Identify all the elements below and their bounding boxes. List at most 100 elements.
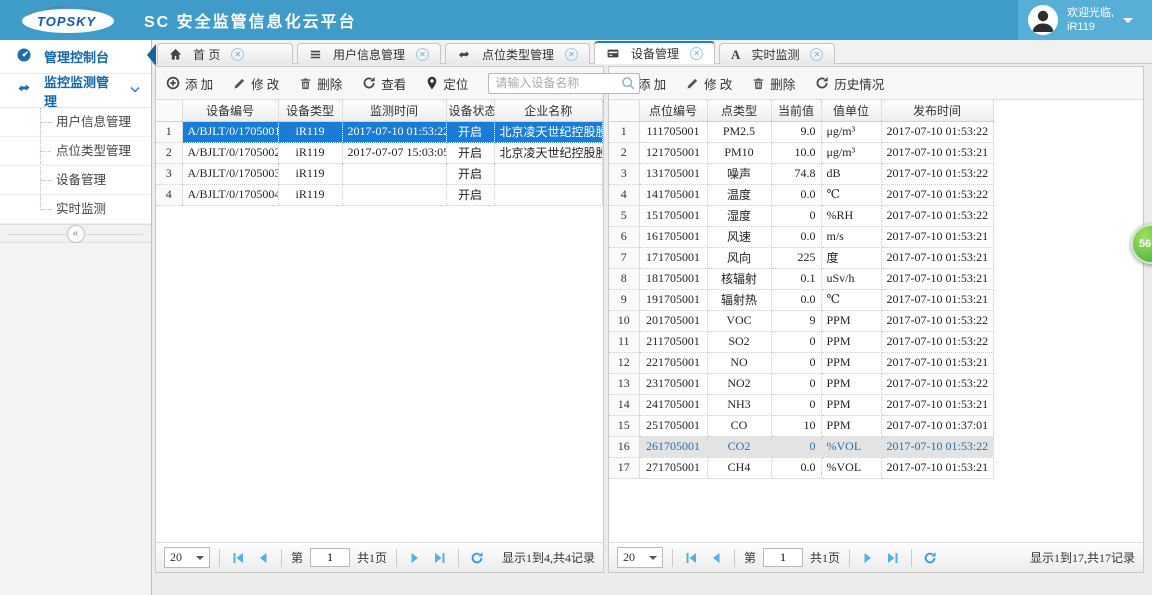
cell: 2017-07-10 01:53:21 (881, 394, 994, 416)
table-row[interactable]: 12 221705001 NO 0 PPM 2017-07-10 01:53:21 (609, 352, 994, 374)
sidebar-item-user-info[interactable]: 用户信息管理 (0, 108, 151, 137)
cell: NH3 (707, 394, 772, 416)
page-size-select[interactable]: 20 (164, 547, 210, 568)
point-toolbar: 添 加 修 改 删除 历史情况 (609, 67, 1143, 100)
cell: 开启 (446, 163, 495, 185)
sidebar-item-device[interactable]: 设备管理 (0, 166, 151, 195)
page-number-input[interactable] (763, 548, 804, 567)
cell: 131705001 (639, 163, 708, 185)
loop-icon (16, 81, 32, 100)
device-toolbar: 添 加 修 改 删除 查看 定位 (156, 67, 641, 100)
table-row[interactable]: 8 181705001 核辐射 0.1 uSv/h 2017-07-10 01:53:21 (609, 268, 994, 290)
delete-button[interactable]: 删除 (752, 74, 795, 93)
row-number-cell: 14 (609, 394, 640, 416)
search-icon[interactable] (621, 76, 636, 96)
row-number-cell: 6 (609, 226, 640, 248)
cell: ℃ (821, 289, 882, 311)
page-size-value: 20 (623, 550, 635, 564)
cell: 2017-07-10 01:53:22 (881, 121, 994, 143)
sidebar-collapse-button[interactable]: « (66, 224, 85, 243)
cell (494, 184, 603, 206)
pager-refresh-button[interactable] (921, 549, 939, 567)
view-button[interactable]: 查看 (362, 74, 406, 93)
delete-button[interactable]: 删除 (299, 74, 342, 93)
add-button[interactable]: 添 加 (166, 74, 213, 93)
table-row[interactable]: 4 141705001 温度 0.0 ℃ 2017-07-10 01:53:22 (609, 184, 994, 206)
row-number-header (156, 100, 183, 122)
chevron-down-icon (1123, 17, 1134, 28)
sidebar-toggle-arrow-icon[interactable] (147, 44, 156, 66)
delete-icon (299, 77, 312, 90)
table-row[interactable]: 1 A/BJLT/0/1705001 iR119 2017-07-10 01:53:2… (156, 121, 603, 143)
pager-first-button[interactable] (229, 549, 247, 567)
tab-home[interactable]: 首 页 ✕ (157, 43, 293, 64)
edit-button[interactable]: 修 改 (686, 74, 732, 93)
pager-next-button[interactable] (406, 549, 424, 567)
cell: 2017-07-10 01:53:22 (881, 184, 994, 206)
locate-button[interactable]: 定位 (426, 74, 468, 93)
pager-info: 显示1到17,共17记录 (1029, 551, 1135, 565)
point-grid: 点位编号 点类型 当前值 值单位 发布时间 1 111705001 PM2.5 9.0 μg/m³… (609, 100, 1143, 542)
app-header: TOPSKY SC 安全监管信息化云平台 欢迎光临, iR119 (0, 0, 1152, 40)
tab-point-type[interactable]: 点位类型管理 ✕ (445, 43, 591, 64)
cell: PPM (821, 331, 882, 353)
row-number-cell: 9 (609, 289, 640, 311)
table-row[interactable]: 1 111705001 PM2.5 9.0 μg/m³ 2017-07-10 01:53:… (609, 121, 994, 143)
table-row[interactable]: 17 271705001 CH4 0.0 %VOL 2017-07-10 01:53:21 (609, 457, 994, 479)
table-row[interactable]: 3 131705001 噪声 74.8 dB 2017-07-10 01:53:22 (609, 163, 994, 185)
close-icon[interactable]: ✕ (416, 47, 430, 61)
pager-info: 显示1到4,共4记录 (501, 551, 595, 565)
table-row[interactable]: 4 A/BJLT/0/1705004 iR119 开启 (156, 184, 603, 206)
column-header: 点位编号 (639, 100, 708, 122)
sidebar-section-console[interactable]: 管理控制台 (0, 40, 151, 74)
cell: 191705001 (639, 289, 708, 311)
pager-prev-button[interactable] (707, 549, 725, 567)
table-row[interactable]: 2 121705001 PM10 10.0 μg/m³ 2017-07-10 01:53:… (609, 142, 994, 164)
table-row[interactable]: 15 251705001 CO 10 PPM 2017-07-10 01:37:01 (609, 415, 994, 437)
table-row[interactable]: 7 171705001 风向 225 度 2017-07-10 01:53:21 (609, 247, 994, 269)
table-row[interactable]: 5 151705001 湿度 0 %RH 2017-07-10 01:53:22 (609, 205, 994, 227)
pager-last-button[interactable] (431, 549, 449, 567)
table-row[interactable]: 9 191705001 辐射热 0.0 ℃ 2017-07-10 01:53:21 (609, 289, 994, 311)
table-row[interactable]: 13 231705001 NO2 0 PPM 2017-07-10 01:53:22 (609, 373, 994, 395)
edit-button[interactable]: 修 改 (233, 74, 279, 93)
cell: iR119 (278, 121, 343, 143)
user-menu[interactable]: 欢迎光临, iR119 (1018, 0, 1152, 40)
table-row[interactable]: 3 A/BJLT/0/1705003 iR119 开启 (156, 163, 603, 185)
pager-next-button[interactable] (859, 549, 877, 567)
table-row[interactable]: 14 241705001 NH3 0 PPM 2017-07-10 01:53:21 (609, 394, 994, 416)
table-row[interactable]: 16 261705001 CO2 0 %VOL 2017-07-10 01:53:22 (609, 436, 994, 458)
pin-icon (426, 76, 438, 90)
tab-bar: 首 页 ✕ 用户信息管理 ✕ 点位类型管理 ✕ 设备管理 ✕ A 实时监测 ✕ (152, 40, 1152, 64)
history-button[interactable]: 历史情况 (815, 74, 884, 93)
tab-device[interactable]: 设备管理 ✕ (594, 41, 716, 64)
sidebar-section-monitoring[interactable]: 监控监测管理 (0, 74, 151, 109)
close-icon[interactable]: ✕ (565, 47, 579, 61)
cell: 2017-07-10 01:53:21 (881, 352, 994, 374)
cell: 2017-07-10 01:53:21 (881, 268, 994, 290)
search-input[interactable] (488, 72, 641, 94)
pager-refresh-button[interactable] (468, 549, 486, 567)
sidebar-item-realtime[interactable]: 实时监测 (0, 195, 151, 224)
table-row[interactable]: 6 161705001 风速 0.0 m/s 2017-07-10 01:53:21 (609, 226, 994, 248)
close-icon[interactable]: ✕ (690, 47, 704, 60)
page-size-select[interactable]: 20 (617, 547, 663, 568)
table-row[interactable]: 2 A/BJLT/0/1705002 iR119 2017-07-07 15:03:0… (156, 142, 603, 164)
pager-last-button[interactable] (884, 549, 902, 567)
tab-user-info[interactable]: 用户信息管理 ✕ (297, 43, 442, 64)
close-icon[interactable]: ✕ (810, 47, 824, 61)
pager-prev-button[interactable] (254, 549, 272, 567)
cell: 温度 (707, 184, 772, 206)
row-number-cell: 15 (609, 415, 640, 437)
close-icon[interactable]: ✕ (231, 47, 245, 61)
pager-first-button[interactable] (682, 549, 700, 567)
total-pages-label: 共1页 (357, 551, 388, 565)
tab-realtime[interactable]: A 实时监测 ✕ (719, 43, 836, 64)
sidebar-item-point-type[interactable]: 点位类型管理 (0, 137, 151, 166)
table-row[interactable]: 10 201705001 VOC 9 PPM 2017-07-10 01:53:22 (609, 310, 994, 332)
column-header: 监测时间 (342, 100, 447, 122)
cell: 2017-07-10 01:53:22 (881, 205, 994, 227)
page-number-input[interactable] (310, 548, 351, 567)
sidebar-filler (0, 243, 151, 595)
table-row[interactable]: 11 211705001 SO2 0 PPM 2017-07-10 01:53:22 (609, 331, 994, 353)
